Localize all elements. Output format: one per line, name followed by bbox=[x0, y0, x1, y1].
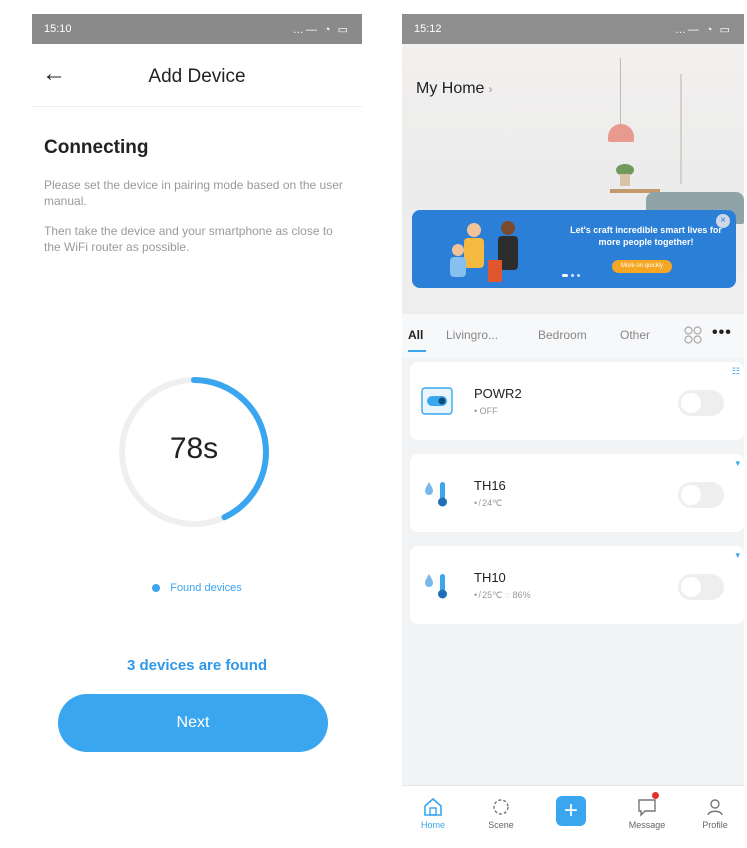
status-time: 15:12 bbox=[414, 23, 442, 35]
banner-text: Let's craft incredible smart lives for m… bbox=[570, 225, 722, 247]
people-illustration bbox=[450, 221, 518, 282]
status-icons: …— ◔ ▭ bbox=[292, 23, 350, 36]
device-status: • ̸ 25℃ ◌ 86% bbox=[474, 590, 531, 600]
active-tab-indicator bbox=[408, 350, 426, 352]
tab-home[interactable]: Home bbox=[408, 794, 458, 830]
wifi-icon: ▾ bbox=[735, 458, 740, 468]
device-name: TH16 bbox=[474, 478, 506, 493]
tab-bedroom[interactable]: Bedroom bbox=[538, 328, 587, 342]
promo-banner[interactable]: Let's craft incredible smart lives for m… bbox=[412, 210, 736, 288]
tab-livingroom[interactable]: Livingro... bbox=[446, 328, 498, 342]
network-icon: ☷ bbox=[731, 366, 740, 376]
tab-scene[interactable]: Scene bbox=[476, 794, 526, 830]
plant-icon bbox=[616, 164, 634, 186]
device-status: • OFF bbox=[474, 406, 498, 416]
grid-view-icon[interactable] bbox=[684, 326, 702, 344]
tab-other[interactable]: Other bbox=[620, 328, 650, 342]
countdown-ring: 78s bbox=[114, 372, 274, 532]
found-devices-label: Found devices bbox=[170, 582, 242, 594]
profile-icon bbox=[707, 799, 723, 816]
device-card-th10[interactable]: TH10 • ̸ 25℃ ◌ 86% ▾ bbox=[410, 546, 744, 624]
device-toggle[interactable] bbox=[678, 482, 724, 508]
close-icon[interactable]: × bbox=[716, 214, 730, 228]
home-selector[interactable]: My Home › bbox=[416, 80, 492, 98]
home-screen: 15:12 …— ◔ ▭ My Home › Let's craft incred… bbox=[402, 14, 744, 844]
chevron-right-icon: › bbox=[488, 82, 493, 96]
temp-humidity-icon bbox=[425, 482, 447, 507]
wifi-icon: ▾ bbox=[735, 550, 740, 560]
device-toggle[interactable] bbox=[678, 574, 724, 600]
room-tabs: All Livingro... Bedroom Other ••• bbox=[402, 314, 744, 358]
home-icon bbox=[424, 797, 442, 816]
countdown-label: 78s bbox=[169, 432, 219, 465]
banner-cta-button[interactable]: More on quickly bbox=[612, 260, 672, 273]
tab-message[interactable]: Message bbox=[622, 792, 672, 830]
temp-humidity-icon bbox=[425, 574, 447, 599]
device-toggle[interactable] bbox=[678, 390, 724, 416]
page-title: Add Device bbox=[148, 66, 246, 87]
connecting-heading: Connecting bbox=[44, 137, 149, 158]
found-devices-indicator: Found devices bbox=[32, 582, 362, 594]
tab-all[interactable]: All bbox=[408, 328, 423, 342]
proximity-instruction: Then take the device and your smartphone… bbox=[44, 224, 333, 254]
scene-icon bbox=[493, 799, 509, 815]
wall-frame bbox=[680, 74, 682, 184]
pendant-lamp-icon bbox=[608, 124, 634, 142]
add-device-screen: 15:10 …— ◔ ▭ ← Add Device Connecting Ple… bbox=[32, 14, 362, 844]
power-switch-icon bbox=[421, 387, 453, 415]
device-name: POWR2 bbox=[474, 386, 522, 401]
status-icons: …— ◔ ▭ bbox=[674, 23, 732, 36]
lamp-cord bbox=[620, 58, 621, 126]
bottom-tab-bar: Home Scene + Message Profile bbox=[402, 785, 744, 844]
status-time: 15:10 bbox=[44, 23, 72, 35]
next-button[interactable]: Next bbox=[58, 694, 328, 752]
header: ← Add Device bbox=[32, 44, 362, 107]
home-name: My Home bbox=[416, 80, 485, 97]
pairing-instruction: Please set the device in pairing mode ba… bbox=[44, 178, 343, 208]
banner-pager bbox=[562, 274, 580, 277]
status-bar: 15:12 …— ◔ ▭ bbox=[402, 14, 744, 44]
tab-scene-label: Scene bbox=[488, 820, 514, 830]
tab-message-label: Message bbox=[628, 820, 666, 830]
device-card-powr2[interactable]: POWR2 • OFF ☷ bbox=[410, 362, 744, 440]
tab-profile-label: Profile bbox=[702, 820, 728, 830]
device-name: TH10 bbox=[474, 570, 506, 585]
notification-dot bbox=[652, 792, 659, 799]
add-device-button[interactable]: + bbox=[556, 796, 586, 826]
device-status: • ̸ 24℃ bbox=[474, 498, 503, 508]
device-card-th16[interactable]: TH16 • ̸ 24℃ ▾ bbox=[410, 454, 744, 532]
tab-home-label: Home bbox=[420, 820, 445, 830]
tab-profile[interactable]: Profile bbox=[690, 794, 740, 830]
message-icon bbox=[638, 799, 656, 817]
devices-found-count: 3 devices are found bbox=[126, 657, 268, 674]
more-options-icon[interactable]: ••• bbox=[712, 324, 732, 342]
found-dot-icon bbox=[152, 584, 161, 593]
status-bar: 15:10 …— ◔ ▭ bbox=[32, 14, 362, 44]
